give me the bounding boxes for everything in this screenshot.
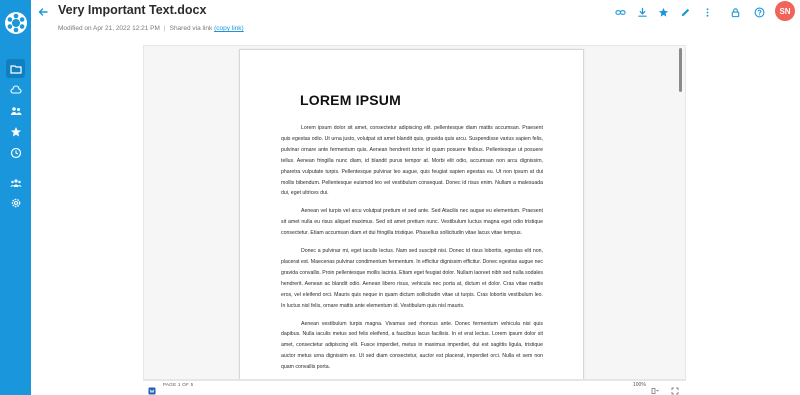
back-arrow-icon[interactable] [37, 5, 49, 17]
app-window: Very Important Text.docx Modified on Apr… [0, 0, 800, 395]
document-paragraph: Donec a pulvinar mi, eget iaculis lectus… [281, 248, 543, 309]
folder-icon[interactable] [6, 59, 25, 78]
link-icon[interactable] [613, 5, 627, 19]
sidebar [0, 0, 31, 395]
copy-link-button[interactable]: (copy link) [214, 25, 244, 32]
document-title: Very Important Text.docx [58, 3, 207, 17]
zoom-level[interactable]: 100% [633, 382, 646, 388]
document-paragraph: Aenean vestibulum turpis magna. Vivamus … [281, 320, 543, 371]
cloud-icon[interactable] [6, 80, 25, 99]
modified-date: Modified on Apr 21, 2022 12:21 PM [58, 25, 160, 32]
users-icon[interactable] [6, 101, 25, 120]
page-indicator: PAGE 1 OF 5 [163, 382, 194, 387]
edit-pencil-icon[interactable] [678, 5, 692, 19]
fit-page-icon[interactable] [651, 382, 659, 394]
fullscreen-icon[interactable] [671, 382, 679, 395]
document-paragraph: Aenean vel turpis vel arcu volutpat pret… [281, 208, 543, 237]
document-paragraph: Lorem ipsum dolor sit amet, consectetur … [281, 125, 543, 197]
app-logo-icon[interactable] [4, 11, 28, 35]
meta-divider: | [163, 25, 166, 32]
favorite-star-icon[interactable] [656, 5, 670, 19]
settings-icon[interactable] [6, 193, 25, 212]
lock-icon[interactable] [728, 5, 742, 19]
document-body: Lorem ipsum dolor sit amet, consectetur … [281, 123, 543, 379]
download-icon[interactable] [635, 5, 649, 19]
header: Very Important Text.docx Modified on Apr… [31, 0, 800, 40]
word-file-icon [148, 382, 156, 395]
document-heading: LOREM IPSUM [300, 92, 401, 108]
help-icon[interactable] [752, 5, 766, 19]
group-icon[interactable] [6, 173, 25, 192]
document-meta: Modified on Apr 21, 2022 12:21 PM | Shared… [58, 25, 244, 32]
clock-icon[interactable] [6, 143, 25, 162]
user-avatar[interactable]: SN [775, 1, 795, 21]
star-icon[interactable] [6, 122, 25, 141]
viewer-statusbar: PAGE 1 OF 5 100% [143, 380, 686, 395]
shared-status: Shared via link [169, 25, 213, 32]
document-viewer[interactable]: LOREM IPSUM Lorem ipsum dolor sit amet, … [143, 45, 686, 380]
viewer-scrollbar[interactable] [679, 48, 682, 92]
more-options-icon[interactable] [700, 5, 714, 19]
document-page: LOREM IPSUM Lorem ipsum dolor sit amet, … [239, 49, 584, 379]
